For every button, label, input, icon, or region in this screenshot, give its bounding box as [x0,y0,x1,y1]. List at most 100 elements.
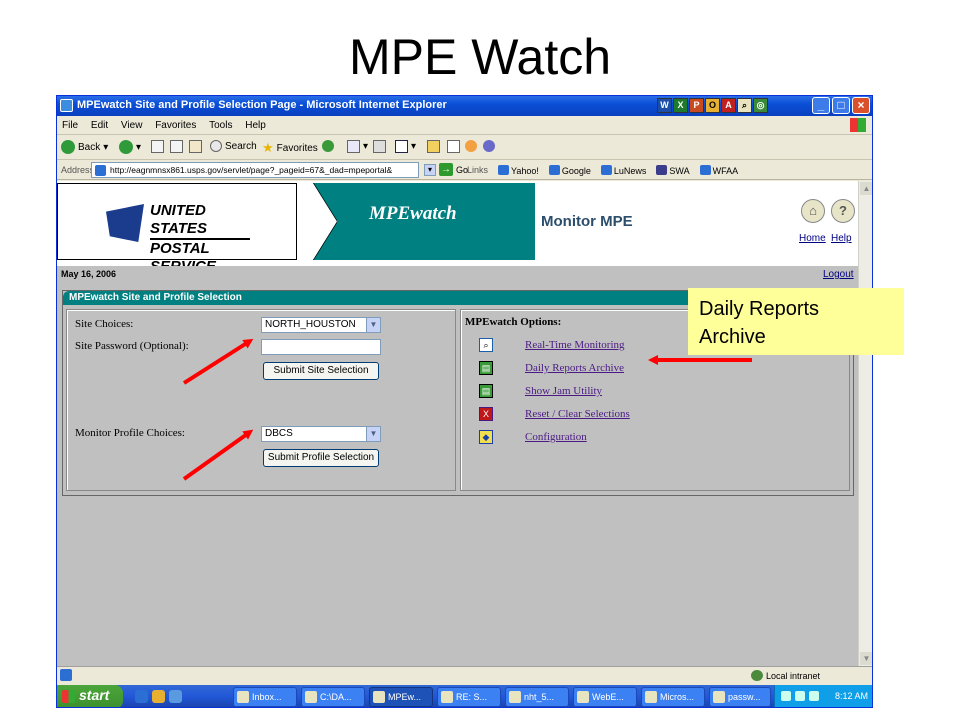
task-inbox[interactable]: Inbox... [233,687,297,707]
link-page-icon [600,165,612,175]
date-label: May 16, 2006 [61,269,117,279]
home-round-icon[interactable]: ⌂ [801,199,825,223]
home-link[interactable]: Home [799,233,826,244]
home-button[interactable] [189,140,202,153]
links-bar: Links Yahoo! Google LuNews SWA WFAA [467,165,738,176]
tray-volume-icon[interactable] [809,691,819,701]
folder-button[interactable] [427,140,440,153]
print-icon [373,140,386,153]
edit-button[interactable]: ▾ [395,140,416,153]
browser-window: MPEwatch Site and Profile Selection Page… [56,95,873,708]
logout-link[interactable]: Logout [823,269,854,280]
menu-tools[interactable]: Tools [204,116,237,131]
search-button[interactable]: Search [210,140,257,152]
toolbar: Back ▾ ▾ Search ★ Favorites ▾ ▾ [57,136,872,160]
task-passw[interactable]: passw... [709,687,771,707]
option-reset-clear-selections[interactable]: X Reset / Clear Selections [479,406,630,422]
research-button[interactable] [483,140,495,152]
close-icon[interactable]: × [852,97,870,114]
address-input[interactable]: http://eagnmnsx861.usps.gov/servlet/page… [91,162,419,178]
stop-button[interactable] [151,140,164,153]
task-re-email[interactable]: RE: S... [437,687,501,707]
history-button[interactable] [322,140,334,152]
start-button[interactable]: start [57,685,123,707]
back-label: Back [78,141,101,153]
link-wfaa[interactable]: WFAA [699,165,738,176]
option-real-time-monitoring[interactable]: ⌕ Real-Time Monitoring [479,337,625,353]
site-password-input[interactable] [261,339,381,355]
powerpoint-icon[interactable]: P [689,98,704,113]
options-title: MPEwatch Options: [465,316,562,328]
word-icon[interactable]: W [657,98,672,113]
scroll-down-icon[interactable]: ▼ [860,652,872,665]
callout-line2: Archive [699,326,766,348]
help-round-icon[interactable]: ? [831,199,855,223]
link-page-icon [498,165,510,175]
go-arrow-icon: → [439,163,453,176]
submit-profile-button[interactable]: Submit Profile Selection [263,449,379,467]
task-nht-excel[interactable]: nht_5... [505,687,569,707]
mail-button[interactable]: ▾ [347,140,368,153]
ie-quicklaunch-icon[interactable] [135,690,148,703]
desktop-quicklaunch-icon[interactable] [169,690,182,703]
scroll-up-icon[interactable]: ▲ [860,182,872,195]
chevron-down-icon: ▼ [366,318,380,332]
outlook-icon[interactable]: O [705,98,720,113]
intranet-icon [751,670,763,681]
discuss-icon [447,140,460,153]
menu-favorites[interactable]: Favorites [150,116,201,131]
menu-view[interactable]: View [116,116,148,131]
ie-icon [60,99,73,112]
address-dropdown-icon[interactable]: ▾ [424,163,436,176]
configuration-icon: ◆ [479,430,493,444]
go-button[interactable]: ▾ → Go [424,163,468,176]
find-icon[interactable]: ⌕ [737,98,752,113]
window-controls: _ □ × [812,97,870,114]
task-webe[interactable]: WebE... [573,687,637,707]
option-configuration[interactable]: ◆ Configuration [479,429,587,445]
refresh-button[interactable] [170,140,183,153]
vertical-scrollbar[interactable]: ▲ ▼ [858,181,872,666]
task-folder[interactable]: C:\DA... [301,687,365,707]
callout-line1: Daily Reports [699,298,820,320]
messenger-button[interactable] [465,140,477,152]
title-bar[interactable]: MPEwatch Site and Profile Selection Page… [57,96,872,116]
monitor-profile-select[interactable]: DBCS ▼ [261,426,381,442]
option-show-jam-utility[interactable]: ▤ Show Jam Utility [479,383,602,399]
help-link[interactable]: Help [831,233,852,244]
task-mpewatch[interactable]: MPEw... [369,687,433,707]
option-label[interactable]: Show Jam Utility [525,385,602,397]
forward-button[interactable]: ▾ [119,140,141,154]
selection-form: Site Choices: NORTH_HOUSTON ▼ Site Passw… [66,309,456,491]
site-choices-select[interactable]: NORTH_HOUSTON ▼ [261,317,381,333]
option-label[interactable]: Daily Reports Archive [525,362,624,374]
task-micros[interactable]: Micros... [641,687,705,707]
link-lunews[interactable]: LuNews [600,165,646,176]
tray-network-icon[interactable] [795,691,805,701]
menu-edit[interactable]: Edit [86,116,113,131]
outlook-quicklaunch-icon[interactable] [152,690,165,703]
link-yahoo[interactable]: Yahoo! [498,165,539,176]
word-edit-icon [395,140,408,153]
option-daily-reports-archive[interactable]: ▤ Daily Reports Archive [479,360,624,376]
favorites-label: Favorites [276,142,318,154]
excel-icon[interactable]: X [673,98,688,113]
menu-file[interactable]: File [57,116,83,131]
usps-eagle-icon [106,204,144,242]
print-button[interactable] [373,140,386,153]
minimize-icon[interactable]: _ [812,97,830,114]
link-google[interactable]: Google [548,165,591,176]
back-button[interactable]: Back ▾ [61,140,108,154]
option-label[interactable]: Reset / Clear Selections [525,408,630,420]
favorites-button[interactable]: ★ Favorites [262,140,318,156]
acrobat-icon[interactable]: A [721,98,736,113]
tray-back-icon[interactable] [781,691,791,701]
submit-site-button[interactable]: Submit Site Selection [263,362,379,380]
option-label[interactable]: Real-Time Monitoring [525,339,625,351]
maximize-icon[interactable]: □ [832,97,850,114]
link-swa[interactable]: SWA [656,165,690,176]
option-label[interactable]: Configuration [525,431,587,443]
discuss-button[interactable] [447,140,460,153]
tool-icon[interactable]: ◎ [753,98,768,113]
menu-help[interactable]: Help [240,116,271,131]
